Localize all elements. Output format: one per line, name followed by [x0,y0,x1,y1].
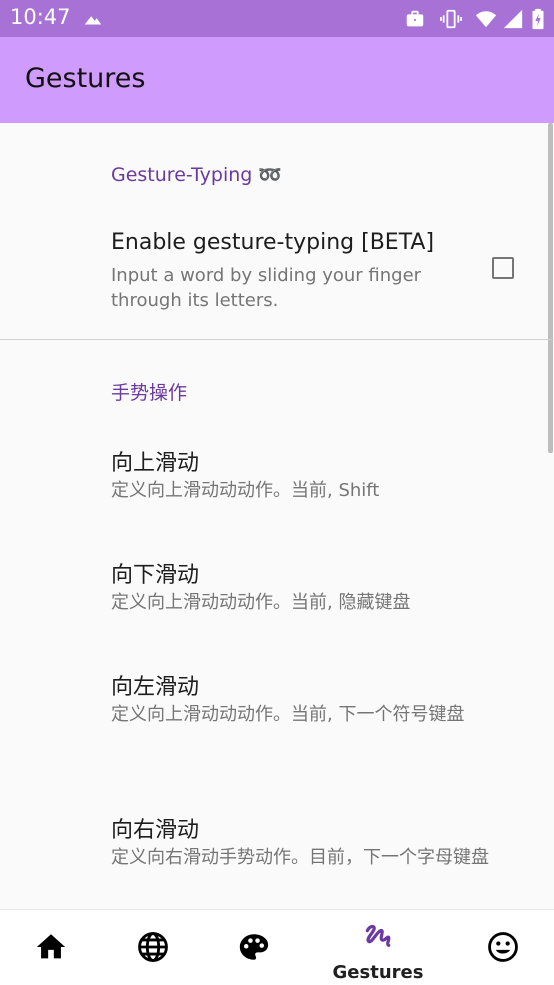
section-header-gesture-typing: Gesture-Typing ➿ [111,164,283,186]
pref-summary: 定义向右滑动手势动作。目前，下一个字母键盘 [111,847,489,868]
status-bar: 10:47 [0,0,554,37]
pref-summary: Input a word by sliding your finger thro… [111,265,422,311]
divider [0,339,554,340]
emoji-icon [488,932,518,962]
cloud-notification-icon [84,16,102,25]
bottom-navigation: Gestures [0,909,554,985]
pref-title: 向右滑动 [111,818,200,843]
vibrate-icon [440,9,462,29]
nav-item-gestures[interactable]: Gestures [328,910,428,985]
home-icon [36,934,66,959]
signal-icon [503,9,523,29]
page-title: Gestures [25,63,146,94]
pref-summary: 定义向上滑动动动作。当前, Shift [111,480,380,501]
palette-icon [239,934,269,960]
preferences-list[interactable]: Gesture-Typing ➿ Enable gesture-typing [… [0,123,554,909]
globe-icon [138,932,168,962]
scrollbar[interactable] [548,123,553,453]
nav-item-theme[interactable] [204,910,304,985]
pref-title: 向上滑动 [111,451,200,476]
nav-item-emoji[interactable] [453,910,553,985]
pref-title: Enable gesture-typing [BETA] [111,230,435,255]
pref-title: 向下滑动 [111,563,200,588]
battery-charging-icon [532,8,544,30]
nav-label-gestures: Gestures [332,962,424,983]
wifi-icon [475,11,497,28]
gesture-icon [365,924,391,947]
nav-item-home[interactable] [1,910,101,985]
app-bar: Gestures [0,37,554,123]
pref-summary: 定义向上滑动动动作。当前, 下一个符号键盘 [111,704,465,725]
status-time: 10:47 [10,5,71,29]
nav-item-language[interactable] [103,910,203,985]
gesture-typing-checkbox[interactable] [492,257,514,279]
section-header-gestures: 手势操作 [111,382,188,404]
pref-summary: 定义向上滑动动动作。当前, 隐藏键盘 [111,592,411,613]
briefcase-icon [406,10,424,27]
pref-title: 向左滑动 [111,675,200,700]
